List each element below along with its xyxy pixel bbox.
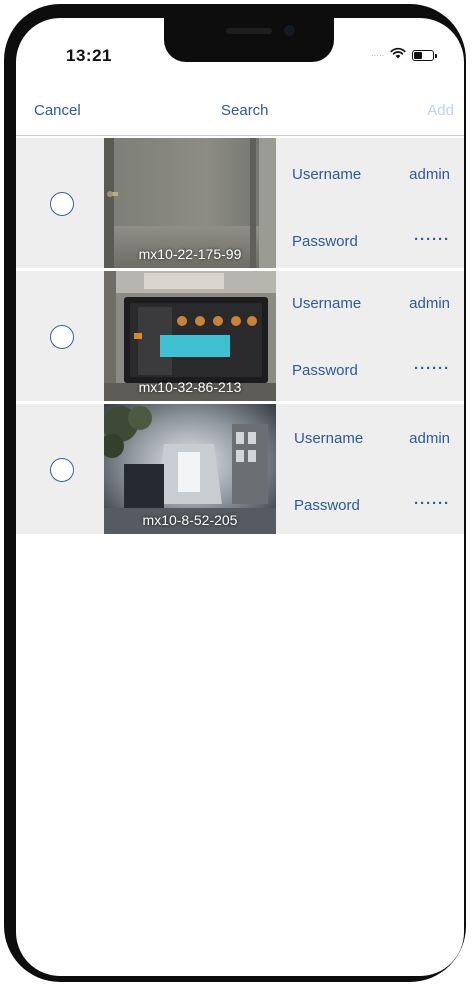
password-value[interactable]: ······ xyxy=(414,495,450,512)
username-value[interactable]: admin xyxy=(409,430,450,447)
username-label: Username xyxy=(292,295,362,312)
battery-level xyxy=(414,51,423,59)
wifi-icon xyxy=(390,46,406,64)
navigation-bar: Cancel Search Add xyxy=(16,88,464,136)
camera-name: mx10-22-175-99 xyxy=(138,246,242,262)
camera-row[interactable]: mx10-32-86-213 Username admin Password ·… xyxy=(16,271,464,401)
page-title: Search xyxy=(221,102,269,119)
select-radio-button[interactable] xyxy=(50,458,74,482)
speaker-grille xyxy=(226,28,272,34)
battery-icon xyxy=(412,49,438,61)
password-value[interactable]: ······ xyxy=(414,360,450,377)
app-screen: 13:21 ····· Cancel Search Add mx10-22-17… xyxy=(16,18,464,976)
select-radio-button[interactable] xyxy=(50,192,74,216)
phone-frame: 13:21 ····· Cancel Search Add mx10-22-17… xyxy=(4,4,466,982)
camera-row[interactable]: mx10-22-175-99 Username admin Password ·… xyxy=(16,138,464,268)
select-radio-button[interactable] xyxy=(50,325,74,349)
notch xyxy=(164,18,334,62)
password-value[interactable]: ······ xyxy=(414,231,450,248)
signal-dots-icon: ····· xyxy=(371,50,385,60)
camera-name: mx10-8-52-205 xyxy=(142,512,238,528)
camera-list: mx10-22-175-99 Username admin Password ·… xyxy=(16,138,464,537)
password-label: Password xyxy=(292,362,358,379)
username-label: Username xyxy=(294,430,364,447)
add-button[interactable]: Add xyxy=(427,102,454,119)
username-value[interactable]: admin xyxy=(409,295,450,312)
status-indicators: ····· xyxy=(371,46,438,64)
camera-thumbnail: mx10-22-175-99 xyxy=(104,138,276,268)
username-label: Username xyxy=(292,166,362,183)
front-camera xyxy=(284,25,295,36)
camera-name: mx10-32-86-213 xyxy=(138,379,242,395)
cancel-button[interactable]: Cancel xyxy=(34,102,81,119)
password-label: Password xyxy=(292,233,358,250)
username-value[interactable]: admin xyxy=(409,166,450,183)
camera-thumbnail: mx10-32-86-213 xyxy=(104,271,276,401)
password-label: Password xyxy=(294,497,360,514)
camera-thumbnail: mx10-8-52-205 xyxy=(104,404,276,534)
status-time: 13:21 xyxy=(66,46,112,65)
camera-row[interactable]: mx10-8-52-205 Username admin Password ··… xyxy=(16,404,464,534)
